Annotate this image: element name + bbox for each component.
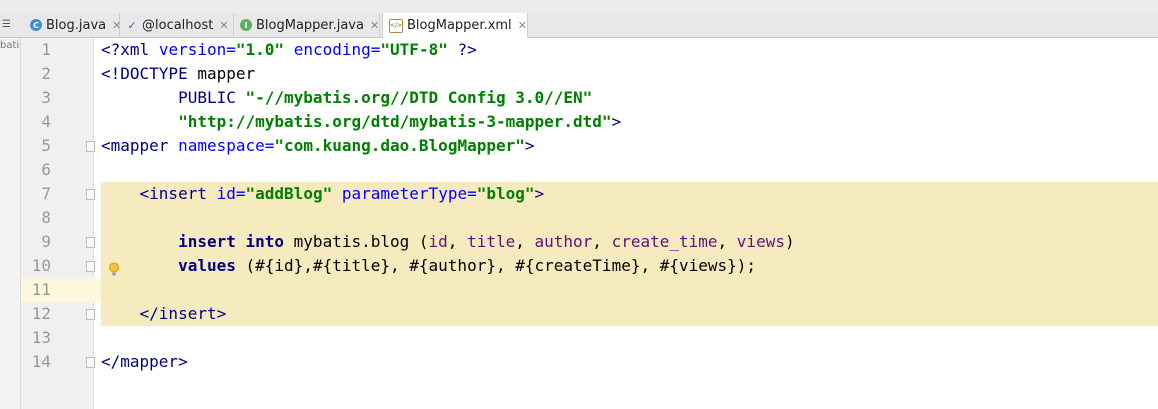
tab-label: BlogMapper.xml — [407, 18, 512, 33]
line-number: 9 — [41, 232, 51, 251]
line-number: 6 — [41, 160, 51, 179]
code-line[interactable]: </mapper> — [101, 350, 188, 374]
fold-marker-icon[interactable] — [86, 261, 95, 272]
line-number: 2 — [41, 64, 51, 83]
interface-i-icon: I — [240, 19, 252, 31]
database-console-icon: ✓ — [127, 18, 137, 32]
line-number: 13 — [31, 328, 51, 347]
tab-label: Blog.java — [46, 17, 107, 33]
window-top-bar — [0, 0, 1158, 13]
close-icon[interactable]: ✕ — [219, 19, 228, 32]
fold-marker-icon[interactable] — [86, 309, 95, 320]
code-line[interactable]: values (#{id},#{title}, #{author}, #{cre… — [101, 254, 756, 278]
editor-tab-bar: ☰ C Blog.java ✕ ✓ @localhost ✕ I BlogMap… — [0, 13, 1158, 38]
tab-list-menu-icon[interactable]: ☰ — [2, 18, 16, 32]
tab-blogmapper-xml[interactable]: </> BlogMapper.xml ✕ — [382, 13, 528, 38]
code-line[interactable]: </insert> — [101, 302, 227, 326]
code-line[interactable]: <mapper namespace="com.kuang.dao.BlogMap… — [101, 134, 535, 158]
class-c-icon: C — [30, 19, 42, 31]
line-number: 1 — [41, 40, 51, 59]
code-line[interactable]: PUBLIC "-//mybatis.org//DTD Config 3.0//… — [101, 86, 592, 110]
code-line[interactable]: insert into mybatis.blog (id, title, aut… — [101, 230, 795, 254]
fold-marker-icon[interactable] — [86, 189, 95, 200]
tab-label: @localhost — [142, 17, 214, 33]
line-number: 10 — [31, 256, 51, 275]
tool-strip-label: batis — [0, 40, 20, 51]
xml-file-icon: </> — [389, 18, 403, 33]
tab-blogmapper-java[interactable]: I BlogMapper.java ✕ — [234, 13, 380, 37]
tab-localhost[interactable]: ✓ @localhost ✕ — [120, 13, 234, 37]
line-number: 5 — [41, 136, 51, 155]
line-number: 11 — [31, 280, 51, 299]
line-number: 12 — [31, 304, 51, 323]
tab-label: BlogMapper.java — [256, 17, 364, 33]
close-icon[interactable]: ✕ — [370, 19, 379, 32]
line-number: 4 — [41, 112, 51, 131]
code-line[interactable]: <insert id="addBlog" parameterType="blog… — [101, 182, 545, 206]
code-line[interactable]: <?xml version="1.0" encoding="UTF-8" ?> — [101, 38, 477, 62]
line-number: 7 — [41, 184, 51, 203]
code-line[interactable]: "http://mybatis.org/dtd/mybatis-3-mapper… — [101, 110, 621, 134]
line-number: 8 — [41, 208, 51, 227]
line-number: 14 — [31, 352, 51, 371]
fold-marker-icon[interactable] — [86, 141, 95, 152]
close-icon[interactable]: ✕ — [518, 19, 527, 32]
tab-blog-java[interactable]: C Blog.java ✕ — [24, 13, 121, 37]
line-number: 3 — [41, 88, 51, 107]
project-tool-strip[interactable]: batis — [0, 38, 21, 409]
fold-marker-icon[interactable] — [86, 237, 95, 248]
fold-marker-icon[interactable] — [86, 357, 95, 368]
code-line[interactable]: <!DOCTYPE mapper — [101, 62, 255, 86]
